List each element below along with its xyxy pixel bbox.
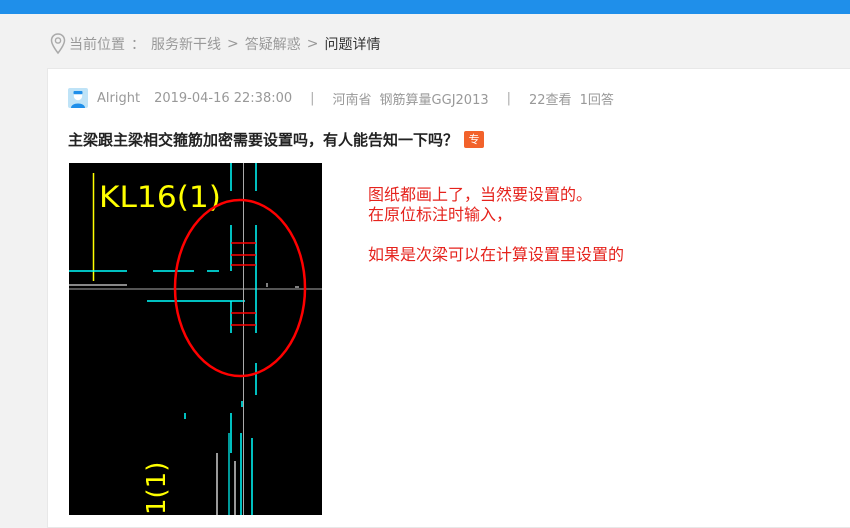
location-pin-icon bbox=[50, 33, 66, 55]
breadcrumb-current: 问题详情 bbox=[324, 37, 381, 53]
avatar-icon[interactable] bbox=[68, 88, 88, 108]
breadcrumb: 当前位置 ： 服务新干线 > 答疑解惑 > 问题详情 bbox=[50, 33, 380, 55]
breadcrumb-separator: > bbox=[306, 36, 319, 52]
author-name[interactable]: Alright bbox=[97, 91, 140, 106]
beam-label: KL16(1) bbox=[99, 180, 221, 214]
top-bar bbox=[0, 0, 850, 14]
answer-line: 图纸都画上了，当然要设置的。 bbox=[368, 185, 593, 204]
meta-separator: | bbox=[506, 90, 512, 106]
question-card: Alright 2019-04-16 22:38:00 | 河南省 钢筋算量GG… bbox=[47, 68, 850, 528]
breadcrumb-separator: > bbox=[227, 36, 239, 52]
breadcrumb-link-qa[interactable]: 答疑解惑 bbox=[245, 34, 301, 54]
breadcrumb-colon: ： bbox=[131, 37, 145, 53]
breadcrumb-link-service[interactable]: 服务新干线 bbox=[151, 34, 221, 54]
beam-label-bottom: 1(1) bbox=[142, 462, 172, 515]
answer-content: 图纸都画上了，当然要设置的。 在原位标注时输入， 如果是次梁可以在计算设置里设置… bbox=[368, 185, 624, 265]
answer-line: 如果是次梁可以在计算设置里设置的 bbox=[368, 245, 625, 264]
answer-count: 1回答 bbox=[579, 92, 614, 108]
answer-line: 在原位标注时输入， bbox=[368, 205, 513, 224]
question-meta: Alright 2019-04-16 22:38:00 | 河南省 钢筋算量GG… bbox=[68, 88, 614, 108]
software-name: 钢筋算量GGJ2013 bbox=[379, 92, 489, 108]
region: 河南省 bbox=[332, 92, 372, 108]
cad-drawing-image: KL16(1) 1(1) bbox=[69, 163, 322, 515]
question-title-text: 主梁跟主梁相交箍筋加密需要设置吗，有人能告知一下吗？ bbox=[68, 130, 459, 149]
view-count: 22查看 bbox=[529, 92, 572, 108]
meta-separator: | bbox=[310, 90, 315, 106]
post-datetime: 2019-04-16 22:38:00 bbox=[154, 90, 293, 106]
expert-tag-badge: 专 bbox=[464, 130, 485, 148]
breadcrumb-label: 当前位置 bbox=[69, 37, 125, 53]
question-title: 主梁跟主梁相交箍筋加密需要设置吗，有人能告知一下吗？ 专 bbox=[68, 127, 485, 151]
